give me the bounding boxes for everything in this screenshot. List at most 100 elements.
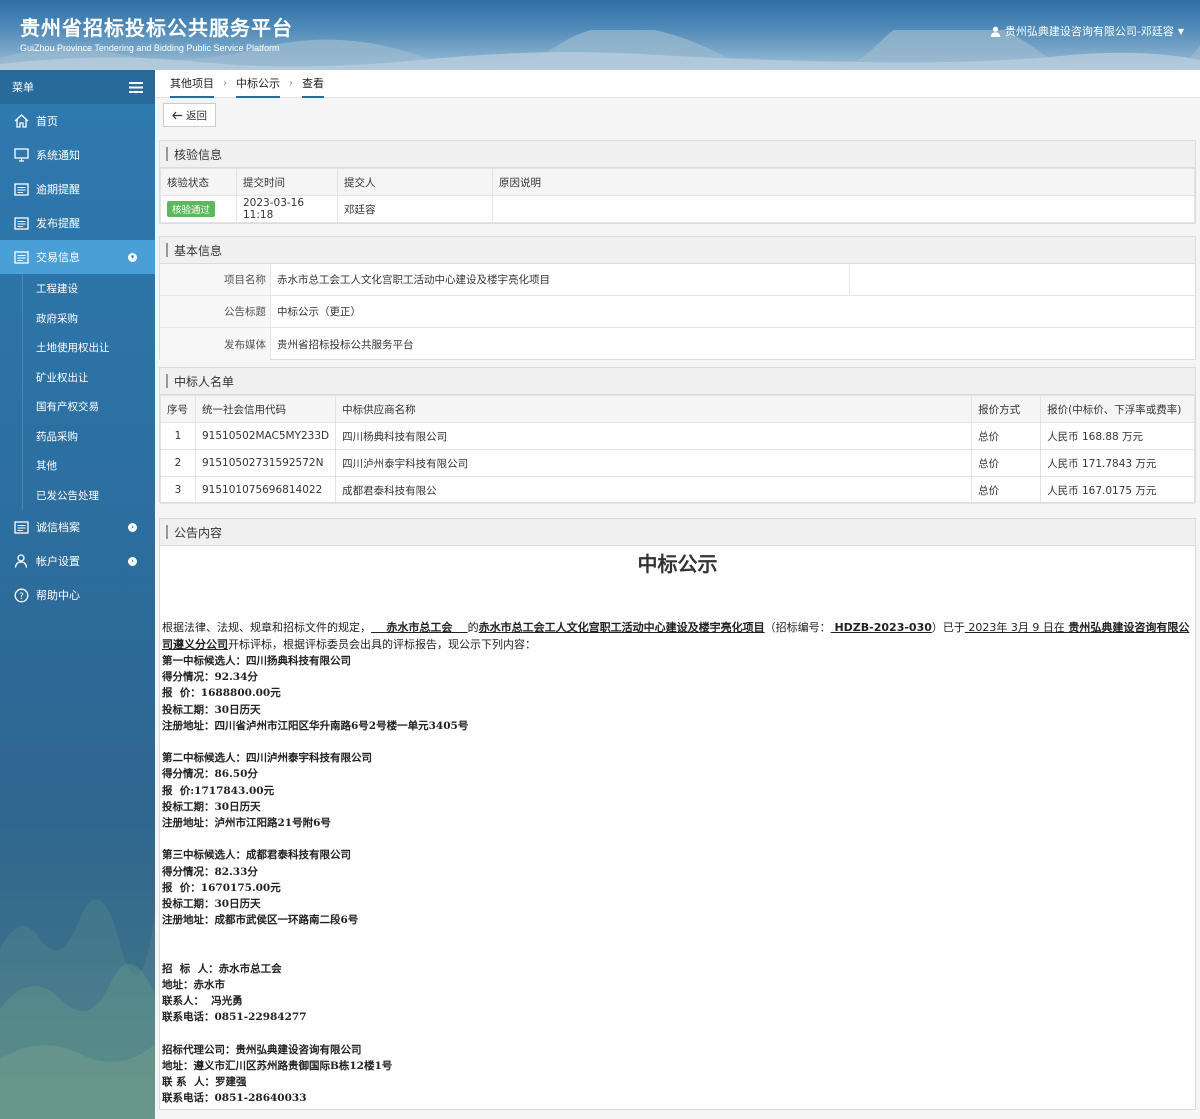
sidebar-item-home[interactable]: 首页 [0, 104, 155, 138]
column-header: 序号 [160, 395, 196, 423]
sidebar-subitem-gov-procurement[interactable]: 政府采购 [0, 303, 155, 334]
user-icon [990, 26, 1001, 37]
notice-line: 第二中标候选人：四川泸州泰宇科技有限公司 [162, 752, 372, 765]
notice-content: 中标公示 根据法律、法规、规章和招标文件的规定， 赤水市总工会 的赤水市总工会工… [160, 552, 1195, 1107]
caret-down-icon: ▼ [1177, 26, 1184, 36]
list-icon [12, 216, 30, 230]
table-row: 1 91510502MAC5MY233D 四川杨典科技有限公司 总价 人民币 1… [160, 422, 1195, 450]
table-cell: 2023-03-16 11:18 [236, 195, 338, 223]
svg-text:?: ? [19, 592, 24, 602]
sidebar-item-publish-reminder[interactable]: 发布提醒 [0, 206, 155, 240]
notice-line: 联 系 人：罗建强 [162, 1076, 247, 1089]
notice-heading: 中标公示 [637, 552, 718, 576]
column-header: 报价方式 [971, 395, 1042, 423]
table-cell: 91510502731592572N [194, 449, 337, 477]
table-cell: 91510502MAC5MY233D [194, 422, 337, 450]
notice-line: 注册地址：泸州市江阳路21号附6号 [162, 817, 331, 830]
list-icon [12, 182, 30, 196]
panel-title: 公告内容 [160, 519, 1195, 546]
sidebar-item-help[interactable]: ? 帮助中心 [0, 578, 155, 612]
owner-name: 赤水市总工会 [371, 621, 468, 634]
monitor-icon [12, 148, 30, 162]
notice-line: 得分情况：86.50分 [162, 768, 258, 781]
winners-table: 序号 统一社会信用代码 中标供应商名称 报价方式 报价(中标价、下浮率或费率) … [160, 395, 1195, 504]
sidebar-subitem-mining-rights[interactable]: 矿业权出让 [0, 362, 155, 393]
user-menu[interactable]: 贵州弘典建设咨询有限公司-邓廷容 ▼ [990, 23, 1184, 39]
notice-line: 招标代理公司：贵州弘典建设咨询有限公司 [162, 1043, 362, 1056]
sidebar-item-account[interactable]: 帐户设置 › [0, 544, 155, 578]
breadcrumb-other-projects[interactable]: 其他项目 [170, 70, 214, 98]
sidebar-landscape-decoration [0, 899, 155, 1119]
notice-panel: 公告内容 中标公示 根据法律、法规、规章和招标文件的规定， 赤水市总工会 的赤水… [159, 518, 1196, 1110]
home-icon [12, 114, 30, 128]
notice-line: 注册地址：四川省泸州市江阳区华升南路6号2号楼一单元3405号 [162, 719, 469, 732]
column-header: 中标供应商名称 [335, 395, 973, 423]
notice-line: 地址：遵义市汇川区苏州路贵御国际B栋12楼1号 [162, 1060, 393, 1072]
notice-intro: 根据法律、法规、规章和招标文件的规定， 赤水市总工会 的赤水市总工会工人文化宫职… [162, 621, 1190, 651]
platform-subtitle: GuiZhou Province Tendering and Bidding P… [20, 43, 280, 53]
notice-line: 报 价：1670175.00元 [162, 881, 281, 894]
sidebar-subitem-land-use[interactable]: 土地使用权出让 [0, 333, 155, 363]
notice-line: 地址：赤水市 [162, 979, 225, 991]
status-badge: 核验通过 [167, 201, 216, 217]
platform-title: 贵州省招标投标公共服务平台 [20, 16, 293, 40]
winners-panel: 中标人名单 序号 统一社会信用代码 中标供应商名称 报价方式 报价(中标价、下浮… [159, 367, 1196, 504]
column-header: 提交人 [337, 168, 493, 196]
table-cell [492, 195, 1195, 223]
table-cell: 成都君泰科技有限公 [335, 476, 973, 504]
notice-body: 第一中标候选人：四川扬典科技有限公司 得分情况：92.34分报 价：1688800… [160, 653, 1195, 1107]
column-header: 统一社会信用代码 [194, 395, 337, 423]
table-cell: 四川杨典科技有限公司 [335, 422, 973, 450]
info-row: 项目名称 赤水市总工会工人文化宫职工活动中心建设及楼宇亮化项目 [160, 264, 1195, 296]
sidebar-item-notifications[interactable]: 系统通知 [0, 138, 155, 172]
notice-line: 联系电话：0851-22984277 [162, 1011, 307, 1024]
sidebar-subitem-drug-procurement[interactable]: 药品采购 [0, 421, 155, 452]
breadcrumb-award-notice[interactable]: 中标公示 [236, 70, 280, 98]
back-button[interactable]: 返回 [163, 103, 216, 127]
table-cell: 核验通过 [160, 195, 237, 223]
help-icon: ? [12, 588, 30, 603]
notice-line: 投标工期：30日历天 [162, 703, 261, 716]
user-icon [12, 554, 30, 568]
info-row: 公告标题 中标公示（更正） [160, 296, 1195, 328]
chevron-down-icon: ▾ [128, 252, 137, 262]
table-cell: 2 [160, 449, 196, 477]
panel-title: 核验信息 [160, 141, 1195, 168]
column-header: 报价(中标价、下浮率或费率) [1040, 395, 1195, 423]
info-row: 发布媒体 贵州省招标投标公共服务平台 [160, 328, 1195, 360]
table-cell: 人民币 171.7843 万元 [1040, 449, 1195, 477]
info-label: 公告标题 [160, 296, 270, 327]
hamburger-icon[interactable] [129, 81, 143, 93]
column-header: 原因说明 [492, 168, 1195, 196]
chevron-right-icon: › [223, 78, 227, 89]
verify-table: 核验状态 提交时间 提交人 原因说明 核验通过 2023-03-16 11:18… [160, 168, 1195, 223]
list-icon [12, 250, 30, 264]
notice-line: 联系人： 冯光勇 [162, 995, 243, 1008]
sidebar-item-credit[interactable]: 诚信档案 › [0, 510, 155, 544]
notice-line: 招 标 人：赤水市总工会 [162, 962, 282, 975]
notice-line: 报 价：1688800.00元 [162, 687, 281, 700]
breadcrumb-view[interactable]: 查看 [302, 70, 324, 98]
chevron-right-icon: › [289, 78, 293, 89]
main-content: 其他项目 › 中标公示 › 查看 返回 核验信息 核验状态 提交时间 提交人 原… [155, 70, 1200, 1119]
sidebar-subitem-construction[interactable]: 工程建设 [0, 274, 155, 304]
table-cell: 人民币 168.88 万元 [1040, 422, 1195, 450]
table-cell: 3 [160, 476, 196, 504]
column-header: 核验状态 [160, 168, 237, 196]
notice-line: 联系电话：0851-28640033 [162, 1092, 307, 1105]
verify-panel: 核验信息 核验状态 提交时间 提交人 原因说明 核验通过 2023-03-16 … [159, 140, 1196, 224]
menu-label: 菜单 [12, 81, 34, 94]
sidebar-item-trade-info[interactable]: 交易信息 ▾ [0, 240, 155, 274]
info-value: 赤水市总工会工人文化宫职工活动中心建设及楼宇亮化项目 [270, 264, 850, 295]
sidebar-subitem-published-notices[interactable]: 已发公告处理 [0, 480, 155, 511]
tender-code: HDZB-2023-030 [830, 621, 932, 634]
table-cell: 总价 [971, 476, 1042, 504]
sidebar-item-overdue[interactable]: 逾期提醒 [0, 172, 155, 206]
sidebar-subitem-other[interactable]: 其他 [0, 451, 155, 481]
sidebar: 菜单 首页 系统通知 逾期提醒 发布提醒 交易信息 ▾ 工程建设 政府采购 土地… [0, 70, 155, 1119]
sidebar-subitem-state-assets[interactable]: 国有产权交易 [0, 392, 155, 422]
back-icon [172, 111, 182, 119]
